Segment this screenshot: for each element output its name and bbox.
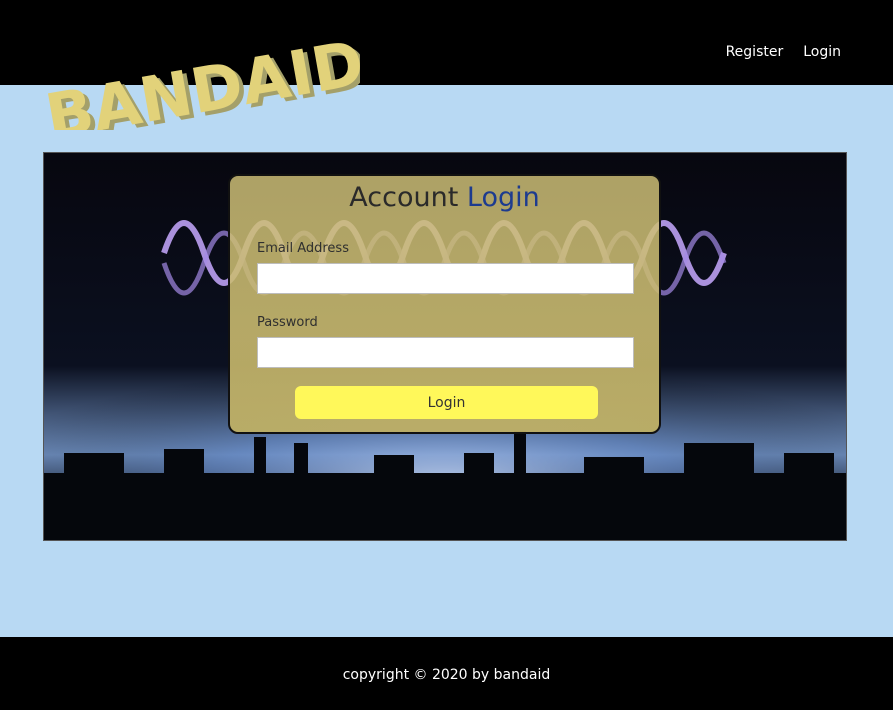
title-account: Account bbox=[349, 182, 459, 213]
password-field[interactable] bbox=[257, 337, 634, 368]
login-button[interactable]: Login bbox=[295, 386, 598, 419]
email-field[interactable] bbox=[257, 263, 634, 294]
logo-text: BANDAID bbox=[40, 26, 360, 130]
bandaid-logo[interactable]: BANDAID BANDAID bbox=[40, 18, 360, 130]
site-footer: copyright © 2020 by bandaid bbox=[0, 637, 893, 710]
site-header: BANDAID BANDAID Register Login bbox=[0, 0, 893, 130]
password-label: Password bbox=[257, 315, 318, 330]
top-nav: Register Login bbox=[726, 44, 841, 60]
login-card: Account Login Email Address Password Log… bbox=[228, 174, 661, 434]
nav-login-link[interactable]: Login bbox=[803, 44, 841, 60]
nav-register-link[interactable]: Register bbox=[726, 44, 784, 60]
login-title: Account Login bbox=[230, 182, 659, 213]
email-label: Email Address bbox=[257, 241, 349, 256]
title-login: Login bbox=[466, 182, 540, 213]
copyright-text: copyright © 2020 by bandaid bbox=[342, 667, 551, 683]
